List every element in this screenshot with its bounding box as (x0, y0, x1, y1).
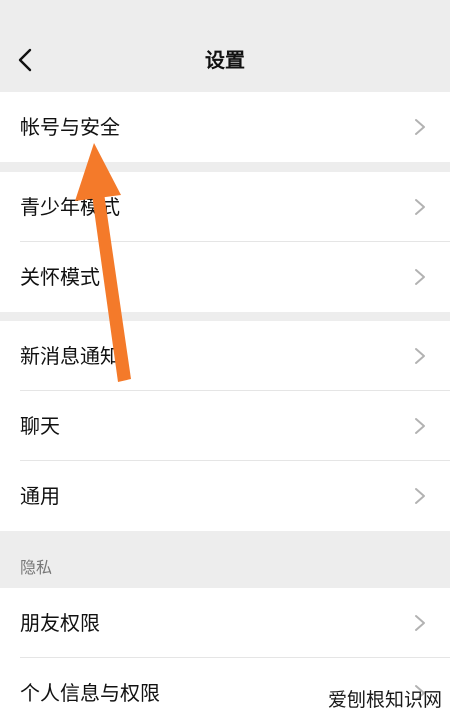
section-label-privacy: 隐私 (20, 558, 53, 577)
chevron-right-icon (415, 348, 425, 364)
settings-item-care-mode[interactable]: 关怀模式 (0, 242, 450, 312)
top-bar: 设置 (0, 0, 450, 92)
settings-item-label: 帐号与安全 (20, 115, 120, 139)
settings-item-teen-mode[interactable]: 青少年模式 (0, 172, 450, 242)
chevron-right-icon (415, 615, 425, 631)
mode-group: 青少年模式 关怀模式 (0, 172, 450, 312)
general-group: 新消息通知 聊天 通用 (0, 321, 450, 531)
settings-item-label: 聊天 (20, 414, 60, 438)
settings-item-chat[interactable]: 聊天 (0, 391, 450, 461)
watermark: 爱刨根知识网 (327, 689, 442, 711)
page-title: 设置 (205, 48, 245, 72)
settings-item-friend-permissions[interactable]: 朋友权限 (0, 588, 450, 658)
settings-item-label: 个人信息与权限 (20, 681, 160, 705)
settings-item-label: 通用 (20, 484, 60, 508)
settings-item-label: 关怀模式 (20, 265, 100, 289)
settings-item-label: 新消息通知 (20, 344, 120, 368)
chevron-right-icon (415, 119, 425, 135)
settings-item-account-security[interactable]: 帐号与安全 (0, 92, 450, 162)
chevron-right-icon (415, 269, 425, 285)
chevron-right-icon (415, 199, 425, 215)
account-group: 帐号与安全 (0, 92, 450, 162)
chevron-right-icon (415, 418, 425, 434)
settings-item-general[interactable]: 通用 (0, 461, 450, 531)
settings-item-label: 青少年模式 (20, 195, 120, 219)
chevron-right-icon (415, 488, 425, 504)
settings-item-label: 朋友权限 (20, 611, 100, 635)
settings-item-notifications[interactable]: 新消息通知 (0, 321, 450, 391)
